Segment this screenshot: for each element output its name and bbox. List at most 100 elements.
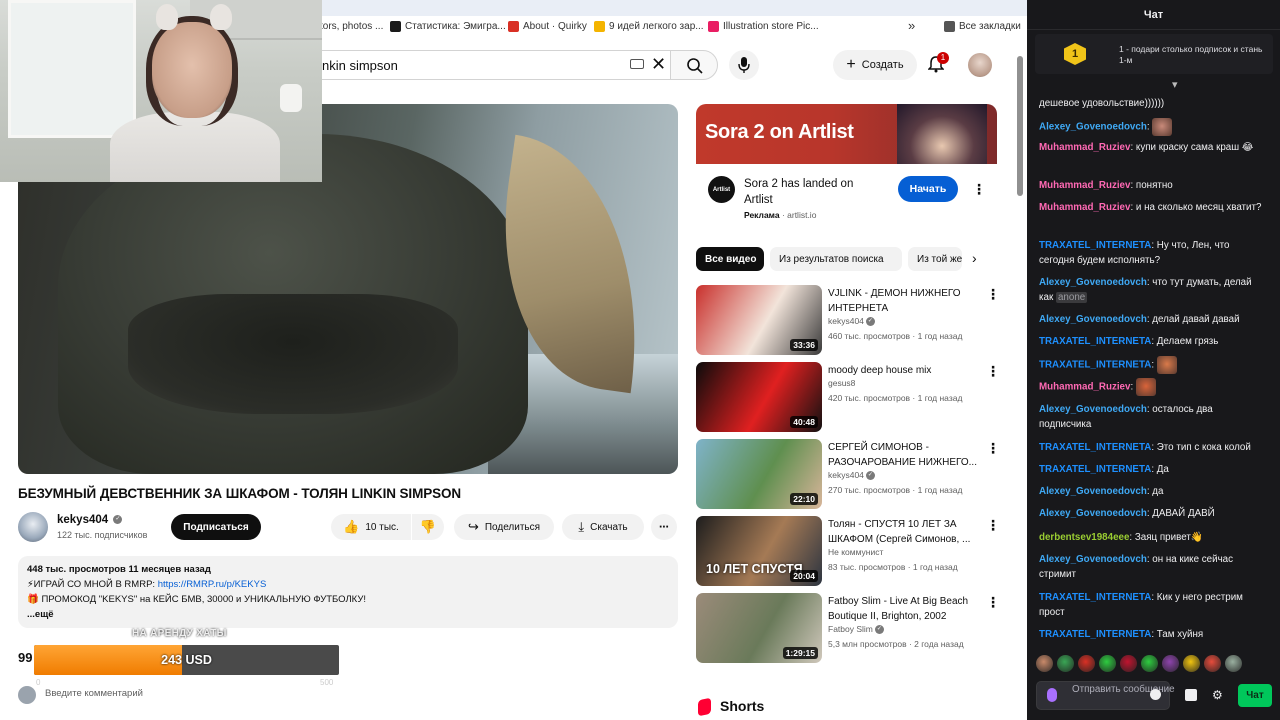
- ad-title[interactable]: Sora 2 has landed on Artlist: [744, 176, 884, 208]
- bookmark-item[interactable]: About · Quirky: [508, 21, 587, 32]
- emote-icon[interactable]: [1162, 655, 1179, 672]
- chat-message: derbentsev1984eee: Заяц привет👋: [1039, 530, 1264, 545]
- video-description[interactable]: 448 тыс. просмотров 11 месяцев назад ⚡ИГ…: [18, 556, 678, 628]
- recommendation-title[interactable]: СЕРГЕЙ СИМОНОВ - РАЗОЧАРОВАНИЕ НИЖНЕГО..…: [828, 440, 980, 470]
- more-vertical-icon[interactable]: ⋮: [986, 364, 1000, 378]
- chat-username[interactable]: TRAXATEL_INTERNETA: [1039, 464, 1151, 475]
- chat-username[interactable]: Muhammad_Ruziev: [1039, 202, 1130, 213]
- bookmark-item[interactable]: Все закладки: [944, 21, 1021, 32]
- ad-logo[interactable]: Artlist: [708, 176, 735, 203]
- emote-icon[interactable]: [1204, 655, 1221, 672]
- voice-search-button[interactable]: [729, 50, 759, 80]
- more-actions-button[interactable]: ⋯: [651, 514, 677, 540]
- notifications-button[interactable]: 1: [927, 52, 949, 75]
- emote-icon[interactable]: [1078, 655, 1095, 672]
- more-bookmarks-icon[interactable]: »: [908, 18, 915, 33]
- emote-icon[interactable]: [1141, 655, 1158, 672]
- recommendation-thumbnail[interactable]: 10 ЛЕТ СПУСТЯ 20:04: [696, 516, 822, 586]
- recommendation-title[interactable]: moody deep house mix: [828, 363, 980, 378]
- chip-all-videos[interactable]: Все видео: [696, 247, 764, 271]
- chat-username[interactable]: Muhammad_Ruziev: [1039, 142, 1130, 153]
- recommendation-channel[interactable]: Не коммунист: [828, 547, 883, 557]
- chat-username[interactable]: Alexey_Govenoedovch: [1039, 508, 1147, 519]
- share-button[interactable]: ↪ Поделиться: [454, 514, 554, 540]
- recommendation-channel[interactable]: kekys404 ✓: [828, 470, 875, 481]
- description-link[interactable]: https://RMRP.ru/p/KEKYS: [158, 579, 267, 590]
- emote-icon[interactable]: [1120, 655, 1137, 672]
- emote-picker-icon[interactable]: [1150, 689, 1161, 700]
- collapse-icon[interactable]: ▾: [1172, 80, 1186, 91]
- subscribe-button[interactable]: Подписаться: [171, 514, 261, 540]
- recommendation-item[interactable]: 10 ЛЕТ СПУСТЯ 20:04 Толян - СПУСТЯ 10 ЛЕТ …: [696, 516, 1000, 586]
- chip-from-same[interactable]: Из той же: [908, 247, 962, 271]
- recommendation-thumbnail[interactable]: 33:36: [696, 285, 822, 355]
- more-vertical-icon[interactable]: ⋮: [986, 518, 1000, 532]
- chat-username[interactable]: Muhammad_Ruziev: [1039, 180, 1130, 191]
- emote-icon[interactable]: [1036, 655, 1053, 672]
- bookmark-item[interactable]: tors, photos ...: [320, 21, 383, 32]
- chat-username[interactable]: TRAXATEL_INTERNETA: [1039, 442, 1151, 453]
- channel-avatar[interactable]: [18, 512, 48, 542]
- comment-input[interactable]: Введите комментарий: [45, 688, 143, 699]
- chat-username[interactable]: Alexey_Govenoedovch: [1039, 277, 1147, 288]
- bookmark-item[interactable]: 9 идей легкого зар...: [594, 21, 704, 32]
- channel-name[interactable]: kekys404 ✓: [57, 514, 123, 526]
- chat-username[interactable]: Alexey_Govenoedovch: [1039, 122, 1147, 133]
- video-duration: 22:10: [790, 493, 818, 505]
- chat-send-button[interactable]: Чат: [1238, 684, 1272, 707]
- chat-username[interactable]: TRAXATEL_INTERNETA: [1039, 240, 1151, 251]
- create-button[interactable]: + Создать: [833, 50, 917, 80]
- description-more[interactable]: ...ещё: [27, 607, 669, 622]
- account-avatar[interactable]: [968, 53, 992, 77]
- chat-username[interactable]: Muhammad_Ruziev: [1039, 382, 1130, 393]
- recommendation-thumbnail[interactable]: 22:10: [696, 439, 822, 509]
- chat-username[interactable]: TRAXATEL_INTERNETA: [1039, 336, 1151, 347]
- recommendation-title[interactable]: Fatboy Slim - Live At Big Beach Boutique…: [828, 594, 980, 624]
- recommendation-title[interactable]: VJLINK - ДЕМОН НИЖНЕГО ИНТЕРНЕТА: [828, 286, 980, 316]
- recommendation-title[interactable]: Толян - СПУСТЯ 10 ЛЕТ ЗА ШКАФОМ (Сергей …: [828, 517, 980, 547]
- dislike-button[interactable]: 👎: [412, 514, 444, 540]
- keyboard-icon[interactable]: [630, 59, 644, 69]
- chat-username[interactable]: Alexey_Govenoedovch: [1039, 314, 1147, 325]
- ad-banner[interactable]: Sora 2 on Artlist: [696, 104, 997, 164]
- chat-username[interactable]: derbentsev1984eee: [1039, 532, 1129, 543]
- chat-username[interactable]: TRAXATEL_INTERNETA: [1039, 592, 1151, 603]
- store-icon[interactable]: [1185, 689, 1197, 701]
- recommendation-item[interactable]: 40:48 moody deep house mix gesus8 420 тыс. …: [696, 362, 1000, 432]
- more-vertical-icon[interactable]: ⋮: [986, 441, 1000, 455]
- recommendation-channel[interactable]: kekys404 ✓: [828, 316, 875, 327]
- ad-cta-button[interactable]: Начать: [898, 176, 958, 202]
- recommendation-channel[interactable]: Fatboy Slim ✓: [828, 624, 884, 635]
- search-button[interactable]: [670, 50, 718, 80]
- more-vertical-icon[interactable]: ⋮: [986, 287, 1000, 301]
- recommendation-thumbnail[interactable]: 40:48: [696, 362, 822, 432]
- chat-username[interactable]: TRAXATEL_INTERNETA: [1039, 629, 1151, 640]
- recommendation-item[interactable]: 33:36 VJLINK - ДЕМОН НИЖНЕГО ИНТЕРНЕТА kek…: [696, 285, 1000, 355]
- recommendation-channel[interactable]: gesus8: [828, 378, 855, 388]
- emote-icon[interactable]: [1057, 655, 1074, 672]
- ad-menu-icon[interactable]: ⋮: [972, 182, 986, 196]
- chevron-right-icon[interactable]: ›: [972, 250, 977, 266]
- emote-icon[interactable]: [1183, 655, 1200, 672]
- recommendation-thumbnail[interactable]: 1:29:15: [696, 593, 822, 663]
- chat-username[interactable]: Alexey_Govenoedovch: [1039, 404, 1147, 415]
- settings-gear-icon[interactable]: ⚙: [1212, 688, 1223, 702]
- folder-icon: [944, 21, 955, 32]
- chat-username[interactable]: Alexey_Govenoedovch: [1039, 554, 1147, 565]
- chip-from-search[interactable]: Из результатов поиска: [770, 247, 902, 271]
- download-button[interactable]: ⤓ Скачать: [562, 514, 644, 540]
- clear-search-icon[interactable]: ✕: [651, 54, 666, 74]
- chat-username[interactable]: TRAXATEL_INTERNETA: [1039, 360, 1151, 371]
- more-horizontal-icon: ⋯: [659, 521, 669, 533]
- chat-username[interactable]: Alexey_Govenoedovch: [1039, 486, 1147, 497]
- emote-icon[interactable]: [1099, 655, 1116, 672]
- page-scrollbar[interactable]: [1017, 56, 1023, 196]
- bookmark-item[interactable]: Статистика: Эмигра...: [390, 21, 506, 32]
- recommendation-item[interactable]: 22:10 СЕРГЕЙ СИМОНОВ - РАЗОЧАРОВАНИЕ НИЖН…: [696, 439, 1000, 509]
- more-vertical-icon[interactable]: ⋮: [986, 595, 1000, 609]
- bookmark-item[interactable]: Illustration store Pic...: [708, 21, 819, 32]
- recommendation-item[interactable]: 1:29:15 Fatboy Slim - Live At Big Beach B…: [696, 593, 1000, 663]
- chat-microphone-icon[interactable]: [1047, 688, 1057, 702]
- emote-icon[interactable]: [1225, 655, 1242, 672]
- like-button[interactable]: 👍 10 тыс.: [331, 514, 411, 540]
